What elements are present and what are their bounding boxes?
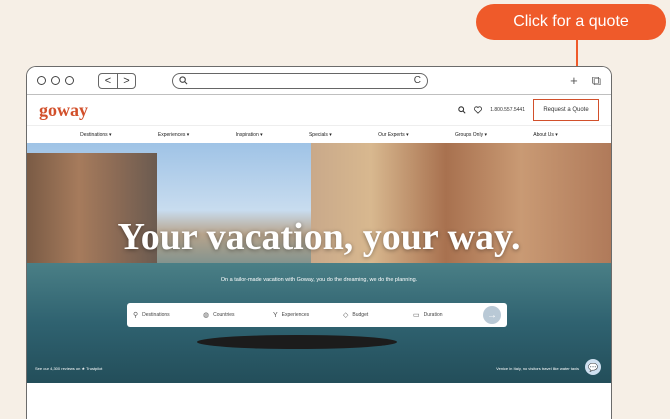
reload-icon[interactable]: C [414,75,421,86]
search-destinations-label: Destinations [142,312,170,318]
search-experiences-label: Experiences [281,312,310,318]
browser-actions: + ⧉ [570,73,601,89]
search-budget[interactable]: ◇ Budget [343,311,413,319]
site-header: goway 1.800.557.5441 Request a Quote [27,95,611,125]
browser-window: < > C + ⧉ goway 1.800.557.5441 Request a… [26,66,612,419]
search-experiences[interactable]: Y Experiences [273,312,343,319]
search-countries[interactable]: ◍ Countries [203,311,273,319]
person-icon: ⚲ [133,312,139,319]
menu-item-groups-only[interactable]: Groups Only ▾ [455,132,487,138]
tabs-overview-icon[interactable]: ⧉ [592,73,601,89]
menu-item-destinations[interactable]: Destinations ▾ [80,132,111,138]
search-destinations[interactable]: ⚲ Destinations [133,311,203,319]
forward-button[interactable]: > [117,73,135,88]
address-bar[interactable]: C [172,72,428,89]
back-button[interactable]: < [99,74,117,88]
reviews-note[interactable]: See our 4,300 reviews on ★ Trustpilot [35,366,102,371]
search-go-button[interactable]: → [483,306,501,324]
hero-subline: On a tailor-made vacation with Goway, yo… [220,277,418,283]
menu-item-inspiration[interactable]: Inspiration ▾ [236,132,263,138]
chat-icon[interactable]: 💬 [585,359,601,375]
search-icon[interactable] [458,106,466,114]
photo-caption: Venice in Italy, no visitors travel like… [496,366,579,371]
search-duration[interactable]: ▭ Duration [413,311,483,319]
hero-gondola [197,335,397,349]
header-actions: 1.800.557.5441 Request a Quote [458,99,599,121]
window-controls [37,76,74,85]
heart-icon[interactable] [474,106,483,114]
main-menu: Destinations ▾ Experiences ▾ Inspiration… [27,125,611,143]
calendar-icon: ▭ [413,312,420,319]
history-buttons: < > [98,72,136,89]
menu-item-about-us[interactable]: About Us ▾ [533,132,557,138]
search-budget-label: Budget [352,312,369,318]
menu-item-experiences[interactable]: Experiences ▾ [158,132,189,138]
trip-search-bar: ⚲ Destinations ◍ Countries Y Experiences… [127,303,507,327]
goway-logo[interactable]: goway [39,100,88,121]
hero-headline: Your vacation, your way. [117,216,521,258]
maximize-dot[interactable] [65,76,74,85]
search-countries-label: Countries [213,312,235,318]
search-duration-label: Duration [423,312,443,318]
browser-chrome: < > C + ⧉ [27,67,611,95]
quote-callout: Click for a quote [476,4,666,40]
menu-item-specials[interactable]: Specials ▾ [309,132,332,138]
new-tab-icon[interactable]: + [570,73,578,89]
phone-number[interactable]: 1.800.557.5441 [490,107,525,113]
request-quote-button[interactable]: Request a Quote [533,99,599,121]
minimize-dot[interactable] [51,76,60,85]
globe-icon: ◍ [203,312,210,319]
search-icon [179,76,188,85]
cocktail-icon: Y [273,311,278,319]
hero-section: Your vacation, your way. On a tailor-mad… [27,143,611,383]
close-dot[interactable] [37,76,46,85]
tag-icon: ◇ [343,312,349,319]
menu-item-our-experts[interactable]: Our Experts ▾ [378,132,409,138]
